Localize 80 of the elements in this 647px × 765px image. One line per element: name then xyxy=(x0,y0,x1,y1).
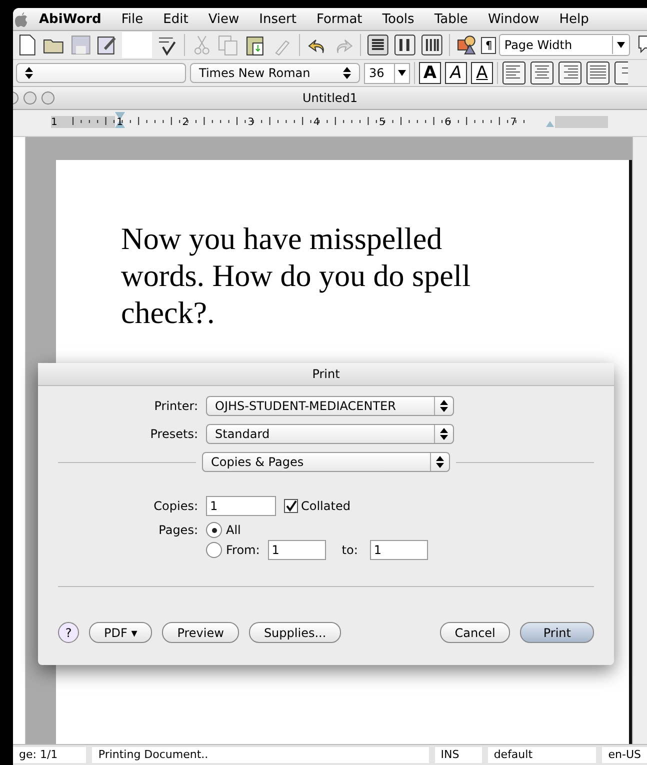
pilcrow-button[interactable]: ¶ xyxy=(481,36,496,54)
dialog-button[interactable]: Preview xyxy=(162,622,239,643)
from-page-field[interactable]: 1 xyxy=(268,540,326,560)
bold-button[interactable]: A xyxy=(419,62,441,84)
checkbox-label: Collated xyxy=(301,499,350,513)
stepper-icon xyxy=(440,400,448,412)
status-field: en-US xyxy=(602,747,647,763)
ruler-number: 5 xyxy=(379,117,386,128)
italic-button[interactable]: A xyxy=(445,62,467,84)
indent-marker-icon[interactable] xyxy=(115,112,125,128)
window-title: Untitled1 xyxy=(302,91,358,105)
single-column-icon[interactable] xyxy=(366,33,390,57)
menu-item[interactable]: Edit xyxy=(153,12,198,26)
font-size-select[interactable]: 36 xyxy=(364,62,410,84)
status-field: ge: 1/1 xyxy=(13,747,86,763)
document-text: Now you have misspelled words. How do you do spell check?. xyxy=(121,220,472,331)
field-label: to: xyxy=(342,543,358,557)
status-field: default xyxy=(488,747,596,763)
field-label: Pages: xyxy=(158,522,199,537)
ruler-number: 3 xyxy=(248,117,254,128)
menu-item[interactable]: Window xyxy=(478,12,550,26)
align-right-icon[interactable] xyxy=(558,61,582,85)
dialog-button[interactable]: Cancel xyxy=(440,622,510,643)
menu-item[interactable]: File xyxy=(111,12,154,26)
ruler-number: 2 xyxy=(182,117,189,128)
menu-item[interactable]: Help xyxy=(549,12,599,26)
to-page-field[interactable]: 1 xyxy=(370,540,428,560)
help-button[interactable]: ? xyxy=(58,622,79,643)
ruler-number: 6 xyxy=(444,117,451,128)
field-label: Presets: xyxy=(149,427,199,441)
underline-button[interactable]: A xyxy=(471,62,493,84)
blank-toolbar-slot xyxy=(122,32,152,58)
field-label: Printer: xyxy=(153,399,199,413)
font-select[interactable]: Times New Roman xyxy=(190,63,360,83)
indent-marker-icon[interactable] xyxy=(546,121,554,127)
ruler-number: 1 xyxy=(51,117,58,128)
list-icon[interactable] xyxy=(614,61,628,85)
check-icon xyxy=(285,500,297,512)
caret-icon xyxy=(398,70,406,76)
stepper-icon xyxy=(440,428,448,440)
radio-button[interactable] xyxy=(206,522,222,538)
radio-label: From: xyxy=(226,543,260,557)
menu-item[interactable]: Table xyxy=(424,12,478,26)
collated-checkbox[interactable] xyxy=(284,499,298,513)
ruler-number: 1 xyxy=(116,117,123,128)
align-left-icon[interactable] xyxy=(502,61,526,85)
ruler-number: 4 xyxy=(313,117,320,128)
stepper-icon xyxy=(436,456,444,468)
three-columns-icon[interactable] xyxy=(420,33,444,57)
justify-icon[interactable] xyxy=(586,61,610,85)
menu-item[interactable]: Insert xyxy=(249,12,306,26)
app-menu[interactable]: AbiWord xyxy=(29,12,112,26)
dialog-button[interactable]: Supplies... xyxy=(248,622,342,643)
two-columns-icon[interactable] xyxy=(393,33,417,57)
presets-select[interactable]: Standard xyxy=(206,424,454,444)
apple-icon[interactable] xyxy=(13,10,29,28)
menu-item[interactable]: Tools xyxy=(372,12,424,26)
caret-icon xyxy=(617,42,626,48)
copies-field[interactable]: 1 xyxy=(206,496,276,516)
menu-item[interactable]: Format xyxy=(306,12,372,26)
shapes-icon[interactable] xyxy=(454,33,478,57)
scroll-bar[interactable] xyxy=(632,137,647,744)
panel-select[interactable]: Copies & Pages xyxy=(202,452,450,472)
radio-button[interactable] xyxy=(206,542,222,558)
zoom-select[interactable]: Page Width xyxy=(499,34,630,56)
field-label: Copies: xyxy=(152,499,199,513)
stepper-icon xyxy=(25,67,33,79)
window-button-icon[interactable] xyxy=(41,91,55,105)
radio-label: All xyxy=(226,523,241,537)
status-field: INS xyxy=(434,747,482,763)
ruler-number: 7 xyxy=(510,117,517,128)
dialog-button[interactable]: Print xyxy=(520,622,594,643)
dialog-title: Print xyxy=(312,367,340,381)
dialog-button[interactable]: PDF ▾ xyxy=(89,622,152,643)
printer-select[interactable]: OJHS-STUDENT-MEDIACENTER xyxy=(206,396,454,416)
window-button-icon[interactable] xyxy=(23,91,37,105)
status-field: Printing Document.. xyxy=(92,747,429,763)
stepper-icon xyxy=(343,67,351,79)
menu-item[interactable]: View xyxy=(198,12,250,26)
align-center-icon[interactable] xyxy=(530,61,554,85)
